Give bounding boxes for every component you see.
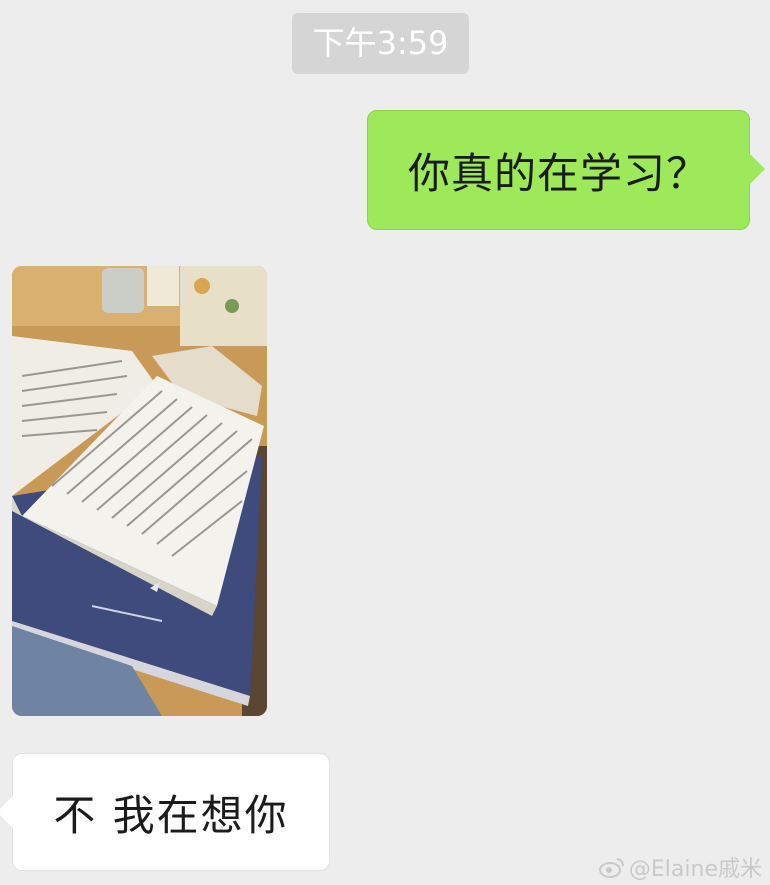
- received-message-bubble[interactable]: 不 我在想你: [0, 753, 330, 871]
- watermark-text: @Elaine戚米: [628, 857, 762, 882]
- message-timestamp: 下午3:59: [292, 13, 469, 74]
- sent-message-bubble[interactable]: 你真的在学习？: [367, 110, 765, 230]
- watermark: @Elaine戚米: [598, 853, 762, 882]
- weibo-icon: [598, 858, 624, 878]
- photo-book-desk: [12, 266, 267, 716]
- received-image-message[interactable]: [12, 266, 267, 716]
